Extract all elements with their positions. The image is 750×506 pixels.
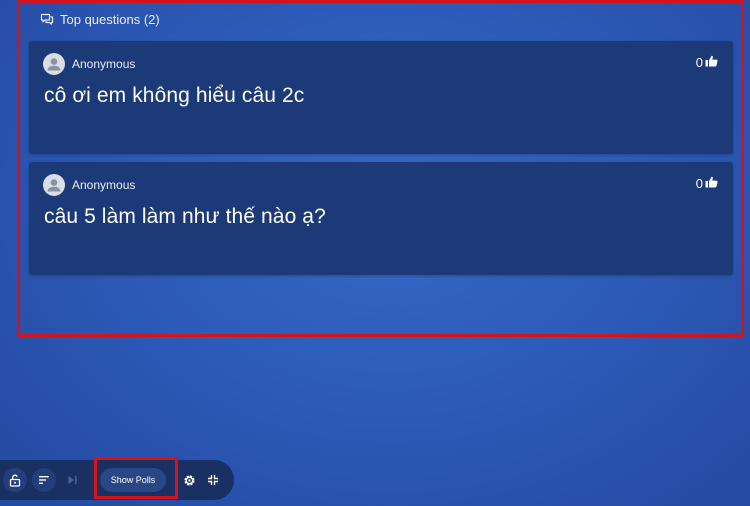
unlock-button[interactable] [3,468,27,492]
avatar [43,174,65,196]
settings-button[interactable] [180,471,198,489]
like-count: 0 [695,55,703,70]
collapse-button[interactable] [204,471,222,489]
question-text: câu 5 làm làm như thế nào ạ? [44,205,326,228]
panel-title: Top questions (2) [60,11,160,27]
question-text: cô ơi em không hiểu câu 2c [44,84,305,107]
gear-icon [183,474,195,486]
collapse-icon [208,475,218,485]
sort-icon [39,476,49,484]
user-icon [47,58,61,71]
thumbs-up-icon [705,176,718,191]
like-button[interactable]: 0 [696,176,718,191]
like-count: 0 [695,176,703,191]
question-author: Anonymous [43,174,135,196]
sort-button[interactable] [32,468,56,492]
author-name: Anonymous [72,57,136,71]
skip-next-icon [68,476,77,484]
author-name: Anonymous [72,178,136,192]
question-card[interactable]: Anonymous 0 cô ơi em không hiểu câu 2c [29,41,733,154]
panel-header: Top questions (2) [40,9,160,29]
skip-next-button[interactable] [63,471,81,489]
like-button[interactable]: 0 [696,55,718,70]
avatar [43,53,65,75]
chat-bubbles-icon [40,13,54,26]
user-icon [47,179,61,192]
unlock-icon [9,474,21,487]
show-polls-highlight [94,457,178,499]
question-author: Anonymous [43,53,135,75]
question-card[interactable]: Anonymous 0 câu 5 làm làm như thế nào ạ? [29,162,733,275]
thumbs-up-icon [705,55,718,70]
